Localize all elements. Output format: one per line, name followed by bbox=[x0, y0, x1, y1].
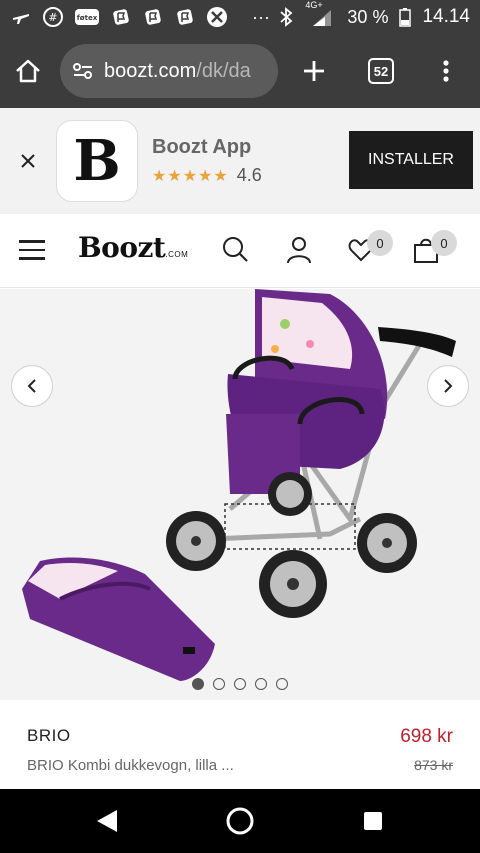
gallery-dot[interactable] bbox=[255, 678, 267, 690]
cart-count-badge: 0 bbox=[431, 230, 457, 256]
signal-icon: 4G+ bbox=[305, 0, 337, 28]
logo-text: Boozt bbox=[78, 231, 166, 264]
next-image-button[interactable] bbox=[427, 365, 469, 407]
more-notifications: ··· bbox=[252, 6, 270, 27]
wishlist-count-badge: 0 bbox=[367, 230, 393, 256]
battery-percent: 30 % bbox=[347, 6, 389, 27]
url-host: boozt.com bbox=[104, 59, 197, 82]
logo-suffix: .COM bbox=[165, 250, 189, 259]
gallery-dot[interactable] bbox=[192, 678, 204, 690]
product-card[interactable]: BRIO BRIO Kombi dukkevogn, lilla ... 698… bbox=[0, 700, 480, 789]
fotex-label: føtex bbox=[77, 14, 98, 22]
new-tab-icon[interactable] bbox=[302, 59, 326, 83]
url-path: /dk/da bbox=[196, 59, 251, 82]
product-old-price: 873 kr bbox=[414, 757, 453, 773]
menu-icon[interactable] bbox=[19, 240, 45, 260]
recents-icon[interactable] bbox=[363, 811, 383, 836]
close-banner-icon[interactable] bbox=[0, 153, 56, 169]
gallery-dot[interactable] bbox=[213, 678, 225, 690]
pram-wheels bbox=[166, 472, 417, 618]
product-price: 698 kr bbox=[400, 726, 453, 747]
bluetooth-icon bbox=[275, 6, 297, 28]
tab-switcher-button[interactable]: 52 bbox=[368, 58, 394, 84]
network-type: 4G+ bbox=[305, 0, 323, 10]
gallery-dot[interactable] bbox=[276, 678, 288, 690]
plane-icon bbox=[10, 6, 32, 28]
svg-text:#: # bbox=[48, 11, 57, 24]
flag-icon bbox=[110, 6, 132, 28]
app-logo: B bbox=[56, 120, 138, 202]
hashtag-icon: # bbox=[42, 6, 64, 28]
flag-icon bbox=[142, 6, 164, 28]
product-brand: BRIO bbox=[27, 726, 71, 745]
product-image bbox=[22, 289, 456, 681]
star-rating-icon: ★★★★★ bbox=[152, 167, 229, 185]
site-header: Boozt.COM 0 0 bbox=[0, 214, 480, 288]
home-button-icon[interactable] bbox=[225, 806, 255, 841]
flag-icon bbox=[174, 6, 196, 28]
browser-toolbar: boozt.com/dk/da 52 bbox=[0, 34, 480, 108]
app-name: Boozt App bbox=[152, 136, 252, 158]
product-name[interactable]: BRIO Kombi dukkevogn, lilla ... bbox=[27, 757, 234, 774]
url-bar[interactable]: boozt.com/dk/da bbox=[60, 44, 278, 98]
back-icon[interactable] bbox=[95, 808, 119, 839]
status-bar: # føtex ··· 4G+ 30 % 14.14 bbox=[0, 0, 480, 34]
install-button[interactable]: INSTALLER bbox=[349, 131, 473, 189]
app-install-banner: B Boozt App ★★★★★ 4.6 INSTALLER bbox=[0, 108, 480, 214]
fotex-icon: føtex bbox=[74, 6, 100, 28]
product-image-gallery[interactable] bbox=[0, 289, 480, 700]
gallery-pagination bbox=[0, 678, 480, 690]
browser-menu-icon[interactable] bbox=[442, 59, 450, 83]
clock: 14.14 bbox=[422, 6, 470, 27]
android-nav-bar bbox=[0, 789, 480, 853]
site-settings-icon[interactable] bbox=[72, 61, 94, 81]
search-icon[interactable] bbox=[220, 234, 250, 264]
prev-image-button[interactable] bbox=[11, 365, 53, 407]
boozt-logo[interactable]: Boozt.COM bbox=[78, 231, 188, 264]
app-rating: 4.6 bbox=[236, 165, 262, 185]
gallery-dot[interactable] bbox=[234, 678, 246, 690]
battery-icon bbox=[398, 6, 412, 28]
account-icon[interactable] bbox=[284, 234, 314, 264]
cross-icon bbox=[206, 6, 228, 28]
home-icon[interactable] bbox=[14, 57, 42, 85]
